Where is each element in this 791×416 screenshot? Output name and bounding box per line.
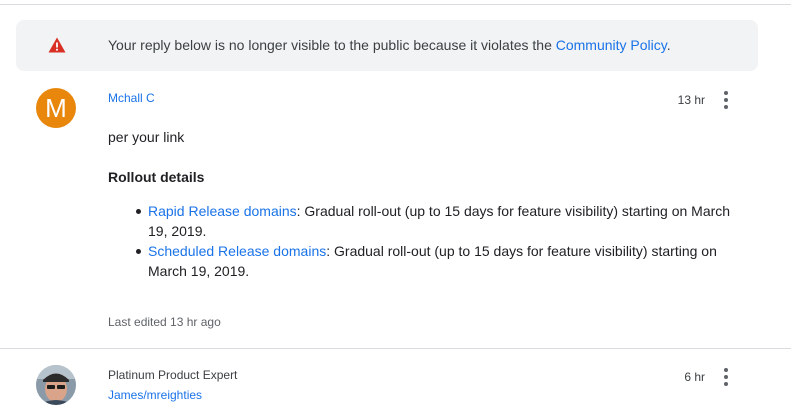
notice-text-after: . bbox=[666, 37, 671, 53]
top-divider bbox=[0, 4, 791, 5]
rapid-release-link[interactable]: Rapid Release domains bbox=[148, 203, 297, 219]
bullet-icon bbox=[136, 209, 141, 214]
bullet-icon bbox=[136, 249, 141, 254]
notice-text-before: Your reply below is no longer visible to… bbox=[108, 37, 556, 53]
scheduled-release-link[interactable]: Scheduled Release domains bbox=[148, 243, 326, 259]
policy-notice-text: Your reply below is no longer visible to… bbox=[108, 36, 671, 54]
avatar[interactable] bbox=[36, 365, 76, 405]
warning-icon bbox=[48, 37, 66, 53]
last-edited-text: Last edited 13 hr ago bbox=[108, 315, 221, 329]
author-name[interactable]: Mchall C bbox=[108, 90, 155, 106]
list-item: Scheduled Release domains: Gradual roll-… bbox=[108, 241, 738, 281]
policy-notice-banner: Your reply below is no longer visible to… bbox=[16, 20, 758, 71]
author-name[interactable]: James/mreighties bbox=[108, 387, 202, 403]
more-vert-icon[interactable] bbox=[718, 90, 734, 110]
user-role-label: Platinum Product Expert bbox=[108, 368, 238, 382]
post-timestamp: 13 hr bbox=[677, 93, 705, 107]
more-vert-icon[interactable] bbox=[718, 367, 734, 387]
community-policy-link[interactable]: Community Policy bbox=[556, 37, 667, 53]
post-timestamp: 6 hr bbox=[684, 370, 705, 384]
rollout-details-list: Rapid Release domains: Gradual roll-out … bbox=[108, 201, 738, 281]
rollout-heading: Rollout details bbox=[108, 169, 205, 185]
list-item: Rapid Release domains: Gradual roll-out … bbox=[108, 201, 738, 241]
post-divider bbox=[0, 348, 791, 349]
reply-intro-text: per your link bbox=[108, 129, 185, 145]
avatar[interactable]: M bbox=[36, 88, 76, 128]
